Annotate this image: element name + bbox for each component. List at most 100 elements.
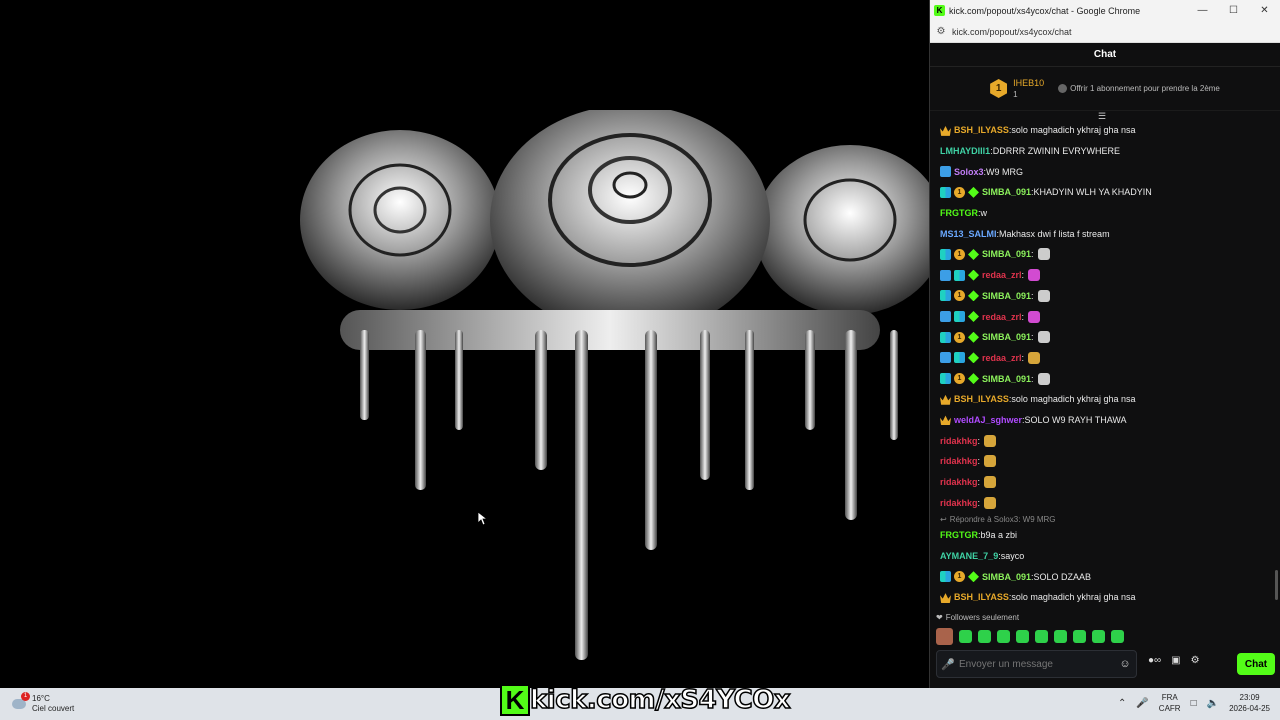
send-chat-button[interactable]: Chat (1237, 653, 1275, 675)
weather-widget[interactable]: 1 16°C Ciel couvert (12, 692, 75, 714)
emote-7[interactable] (1073, 630, 1086, 643)
emoji-picker-icon[interactable]: ☺ (1114, 658, 1136, 670)
blue-badge-icon (940, 352, 951, 364)
temperature: 16°C (32, 694, 50, 703)
crown-badge-icon (940, 394, 951, 405)
separator: : (1021, 270, 1025, 281)
chat-text: Makhasx dwi f lista f stream (999, 228, 1110, 239)
emote-icon (1028, 310, 1041, 323)
chat-username[interactable]: ridakhkg (940, 436, 978, 446)
separator: : (977, 435, 981, 446)
window-titlebar: K kick.com/popout/xs4ycox/chat - Google … (930, 0, 1280, 21)
emote-1[interactable] (959, 630, 972, 643)
emote-icon (984, 455, 997, 468)
site-info-icon[interactable]: ⚙ (930, 26, 952, 37)
chat-username[interactable]: ridakhkg (940, 477, 978, 487)
store-icon[interactable]: ▣ (1171, 655, 1180, 666)
chat-message: 1 SIMBA_091: (930, 368, 1275, 389)
chat-username[interactable]: SIMBA_091 (982, 572, 1031, 582)
emote-6[interactable] (1054, 630, 1067, 643)
chat-message: 1 SIMBA_091: SOLO DZAAB (930, 566, 1275, 587)
rank-badge: 1 (990, 79, 1008, 98)
emote-4[interactable] (1016, 630, 1029, 643)
chat-username[interactable]: SIMBA_091 (982, 374, 1031, 384)
chat-username[interactable]: SIMBA_091 (982, 187, 1031, 197)
emote-avatar[interactable] (936, 628, 953, 645)
emote-icon (984, 476, 997, 489)
separator: : (1031, 373, 1034, 384)
chevron-up-icon[interactable]: ⌃ (1118, 698, 1126, 709)
chat-username[interactable]: redaa_zrl (982, 270, 1022, 280)
maximize-icon[interactable]: ☐ (1218, 5, 1249, 16)
chat-username[interactable]: FRGTGR (940, 530, 978, 540)
weather-condition: Ciel couvert (32, 704, 75, 713)
separator: : (1021, 352, 1025, 363)
reply-text: Répondre à Solox3: W9 MRG (949, 514, 1056, 524)
kicks-icon[interactable]: ●∞ (1148, 655, 1161, 666)
notification-badge: 1 (21, 692, 30, 701)
chat-message: redaa_zrl: (930, 348, 1275, 369)
chat-username[interactable]: weldAJ_sghwer (954, 415, 1022, 425)
emote-3[interactable] (997, 630, 1010, 643)
display-icon[interactable]: □ (1191, 698, 1197, 709)
chat-username[interactable]: BSH_ILYASS (954, 394, 1009, 404)
emote-icon (1028, 351, 1041, 364)
chat-username[interactable]: SIMBA_091 (982, 249, 1031, 259)
close-icon[interactable]: ✕ (1249, 5, 1280, 16)
chat-username[interactable]: FRGTGR (940, 208, 978, 218)
chat-message: BSH_ILYASS: solo maghadich ykhraj gha ns… (930, 120, 1275, 141)
volume-icon[interactable]: 🔈 (1207, 698, 1219, 709)
sub-badge-icon: 1 (954, 331, 965, 343)
chat-message: redaa_zrl: (930, 306, 1275, 327)
chat-message: weldAJ_sghwer: SOLO W9 RAYH THAWA (930, 410, 1275, 431)
chat-text: solo maghadich ykhraj gha nsa (1011, 394, 1136, 405)
chat-input-box[interactable]: 🎤 ☺ (936, 650, 1137, 678)
chat-username[interactable]: BSH_ILYASS (954, 592, 1009, 602)
chat-username[interactable]: SIMBA_091 (982, 291, 1031, 301)
emote-icon (1037, 372, 1050, 385)
separator: : (1031, 332, 1034, 343)
chat-scrollbar[interactable] (1275, 570, 1278, 600)
chat-message: BSH_ILYASS: solo maghadich ykhraj gha ns… (930, 389, 1275, 410)
leader-username[interactable]: IHEB10 (1013, 78, 1044, 89)
address-bar[interactable]: ⚙ kick.com/popout/xs4ycox/chat (930, 21, 1280, 43)
chat-message-input[interactable] (959, 658, 1114, 670)
emote-5[interactable] (1035, 630, 1048, 643)
emote-icon (1028, 269, 1041, 282)
emote-8[interactable] (1092, 630, 1105, 643)
chat-username[interactable]: ridakhkg (940, 456, 978, 466)
chat-username[interactable]: BSH_ILYASS (954, 125, 1009, 135)
sub-badge-icon: 1 (954, 248, 965, 260)
settings-gear-icon[interactable]: ⚙ (1191, 655, 1200, 666)
chat-username[interactable]: SIMBA_091 (982, 332, 1031, 342)
chat-message: 1 SIMBA_091: (930, 244, 1275, 265)
chat-username[interactable]: LMHAYDIII1 (940, 146, 990, 156)
minimize-icon[interactable]: — (1187, 5, 1218, 16)
chat-text: DDRRR ZWININ EVRYWHERE (992, 146, 1121, 157)
sub-badge-icon: 1 (954, 373, 965, 385)
microphone-icon[interactable]: 🎤 (937, 658, 959, 671)
gem-badge-icon (968, 331, 979, 343)
crown-badge-icon (940, 125, 951, 136)
emote-9[interactable] (1111, 630, 1124, 643)
kick-favicon-icon: K (934, 5, 945, 16)
chat-username[interactable]: AYMANE_7_9 (940, 551, 998, 561)
gift-sub-button[interactable]: Offrir 1 abonnement pour prendre la 2ème (1058, 84, 1220, 93)
language-indicator[interactable]: FRA CAFR (1159, 692, 1181, 714)
chat-text: solo maghadich ykhraj gha nsa (1011, 592, 1136, 603)
emote-icon (1037, 331, 1050, 344)
separator: : (977, 497, 981, 508)
chat-username[interactable]: ridakhkg (940, 498, 978, 508)
chat-username[interactable]: Solox3 (954, 167, 984, 177)
emote-2[interactable] (978, 630, 991, 643)
clock[interactable]: 23:09 2026-04-25 (1229, 692, 1270, 714)
sub-badge-icon: 1 (954, 290, 965, 302)
chat-username[interactable]: MS13_SALMI (940, 229, 997, 239)
kick-logo-icon: K (500, 684, 530, 716)
chat-username[interactable]: redaa_zrl (982, 353, 1022, 363)
address-url[interactable]: kick.com/popout/xs4ycox/chat (952, 27, 1072, 37)
chat-username[interactable]: redaa_zrl (982, 312, 1022, 322)
chat-message: ridakhkg: (930, 430, 1275, 451)
chat-message: ridakhkg: (930, 472, 1275, 493)
microphone-tray-icon[interactable]: 🎤 (1136, 698, 1148, 709)
